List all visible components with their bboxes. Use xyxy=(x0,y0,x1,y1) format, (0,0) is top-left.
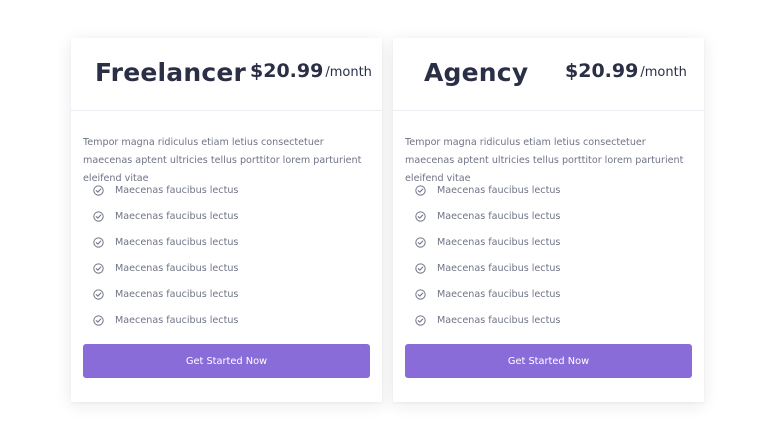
feature-item: Maecenas faucibus lectus xyxy=(415,281,560,307)
feature-item: Maecenas faucibus lectus xyxy=(415,229,560,255)
feature-item: Maecenas faucibus lectus xyxy=(415,307,560,333)
check-circle-icon xyxy=(415,184,426,196)
feature-label: Maecenas faucibus lectus xyxy=(115,184,239,196)
pricing-card-agency: Agency $20.99/month Tempor magna ridicul… xyxy=(393,38,704,402)
plan-price: $20.99 xyxy=(250,60,324,82)
plan-price: $20.99 xyxy=(565,60,639,82)
check-circle-icon xyxy=(93,314,104,326)
pricing-section: Freelancer $20.99/month Tempor magna rid… xyxy=(0,0,768,437)
feature-item: Maecenas faucibus lectus xyxy=(93,177,238,203)
pricing-card-header: Agency $20.99/month xyxy=(393,38,704,111)
feature-list: Maecenas faucibus lectus Maecenas faucib… xyxy=(415,177,560,333)
feature-item: Maecenas faucibus lectus xyxy=(93,203,238,229)
check-circle-icon xyxy=(415,314,426,326)
feature-item: Maecenas faucibus lectus xyxy=(93,229,238,255)
feature-list: Maecenas faucibus lectus Maecenas faucib… xyxy=(93,177,238,333)
price-block: $20.99/month xyxy=(565,60,687,82)
plan-name: Agency xyxy=(424,58,529,87)
feature-label: Maecenas faucibus lectus xyxy=(115,288,239,300)
pricing-card-freelancer: Freelancer $20.99/month Tempor magna rid… xyxy=(71,38,382,402)
feature-item: Maecenas faucibus lectus xyxy=(93,307,238,333)
get-started-button[interactable]: Get Started Now xyxy=(405,344,692,378)
price-block: $20.99/month xyxy=(250,60,372,82)
feature-label: Maecenas faucibus lectus xyxy=(115,262,239,274)
check-circle-icon xyxy=(93,288,104,300)
check-circle-icon xyxy=(415,236,426,248)
feature-label: Maecenas faucibus lectus xyxy=(115,236,239,248)
feature-item: Maecenas faucibus lectus xyxy=(415,177,560,203)
check-circle-icon xyxy=(415,210,426,222)
feature-label: Maecenas faucibus lectus xyxy=(437,288,561,300)
feature-label: Maecenas faucibus lectus xyxy=(437,314,561,326)
feature-label: Maecenas faucibus lectus xyxy=(437,210,561,222)
plan-name: Freelancer xyxy=(95,58,247,87)
feature-item: Maecenas faucibus lectus xyxy=(93,281,238,307)
check-circle-icon xyxy=(93,210,104,222)
feature-label: Maecenas faucibus lectus xyxy=(115,314,239,326)
plan-period: /month xyxy=(640,65,687,80)
feature-item: Maecenas faucibus lectus xyxy=(415,203,560,229)
check-circle-icon xyxy=(415,262,426,274)
check-circle-icon xyxy=(415,288,426,300)
check-circle-icon xyxy=(93,236,104,248)
feature-label: Maecenas faucibus lectus xyxy=(115,210,239,222)
feature-item: Maecenas faucibus lectus xyxy=(93,255,238,281)
check-circle-icon xyxy=(93,184,104,196)
plan-period: /month xyxy=(325,65,372,80)
feature-item: Maecenas faucibus lectus xyxy=(415,255,560,281)
check-circle-icon xyxy=(93,262,104,274)
feature-label: Maecenas faucibus lectus xyxy=(437,262,561,274)
pricing-card-header: Freelancer $20.99/month xyxy=(71,38,382,111)
feature-label: Maecenas faucibus lectus xyxy=(437,184,561,196)
feature-label: Maecenas faucibus lectus xyxy=(437,236,561,248)
get-started-button[interactable]: Get Started Now xyxy=(83,344,370,378)
